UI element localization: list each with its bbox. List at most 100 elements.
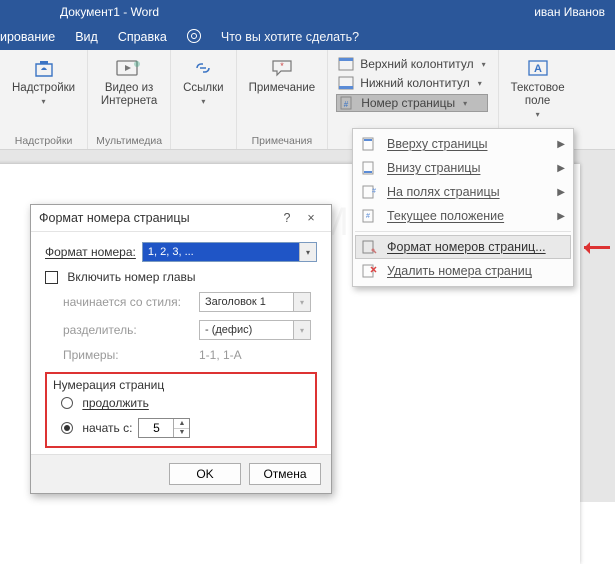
chevron-down-icon: ▾ <box>482 60 486 69</box>
number-format-label: Формат номера: <box>45 245 136 259</box>
chapter-style-combo: Заголовок 1 ▾ <box>199 292 311 312</box>
svg-text:*: * <box>280 61 284 71</box>
dialog-help-button[interactable]: ? <box>275 211 299 225</box>
annotation-arrow <box>578 242 612 254</box>
header-icon <box>338 57 354 71</box>
group-label-hf <box>410 116 413 128</box>
text-box-button[interactable]: A Текстовое поле ▾ <box>507 54 569 122</box>
menu-label: Текущее положение <box>387 209 547 223</box>
starts-with-style-label: начинается со стиля: <box>63 295 193 309</box>
menu-bar: ирование Вид Справка Что вы хотите сдела… <box>0 24 615 50</box>
header-button[interactable]: Верхний колонтитул ▾ <box>336 56 487 72</box>
format-page-number-icon <box>361 240 377 254</box>
group-label-media: Мультимедиа <box>96 135 162 147</box>
start-at-spinner[interactable]: ▲▼ <box>138 418 190 438</box>
page-number-button[interactable]: # Номер страницы▾ <box>336 94 487 112</box>
include-chapter-checkbox[interactable] <box>45 271 58 284</box>
store-icon <box>30 56 58 80</box>
addins-label: Надстройки <box>12 82 75 95</box>
separator-label: разделитель: <box>63 323 193 337</box>
continue-label: продолжить <box>79 396 149 410</box>
menu-item-current[interactable]: # Текущее положение ▶ <box>355 204 571 228</box>
svg-text:#: # <box>366 213 370 220</box>
footer-button[interactable]: Нижний колонтитул▾ <box>336 75 487 91</box>
dialog-title: Формат номера страницы <box>39 211 275 225</box>
annotation-highlight-box: Нумерация страниц продолжить начать с: ▲… <box>45 372 317 448</box>
menu-label: Вверху страницы <box>387 137 547 151</box>
chevron-down-icon: ▾ <box>293 321 310 339</box>
tell-me-input[interactable]: Что вы хотите сделать? <box>221 30 359 44</box>
text-box-label: Текстовое поле <box>511 82 565 108</box>
chevron-down-icon: ▾ <box>293 293 310 311</box>
links-label: Ссылки <box>183 82 224 95</box>
ribbon-group-addins: Надстройки ▾ Надстройки <box>0 50 88 149</box>
lightbulb-icon <box>187 29 201 46</box>
online-video-label: Видео из Интернета <box>101 82 157 108</box>
tab-help[interactable]: Справка <box>118 30 167 44</box>
title-bar: Документ1 - Word иван Иванов <box>0 0 615 24</box>
continue-radio[interactable] <box>61 397 73 409</box>
addins-button[interactable]: Надстройки ▾ <box>8 54 79 108</box>
ok-button[interactable]: OK <box>169 463 241 485</box>
footer-icon <box>338 76 354 90</box>
dialog-titlebar: Формат номера страницы ? × <box>31 205 331 232</box>
chevron-down-icon[interactable]: ▾ <box>299 243 316 261</box>
start-at-input[interactable] <box>139 419 173 437</box>
examples-value: 1-1, 1-A <box>199 348 242 362</box>
dialog-close-button[interactable]: × <box>299 211 323 225</box>
spinner-down-icon[interactable]: ▼ <box>174 429 189 438</box>
group-label-links <box>202 135 205 147</box>
submenu-arrow-icon: ▶ <box>557 139 565 150</box>
examples-label: Примеры: <box>63 348 193 362</box>
cancel-button[interactable]: Отмена <box>249 463 321 485</box>
menu-item-format[interactable]: Формат номеров страниц... <box>355 235 571 259</box>
separator-combo: - (дефис) ▾ <box>199 320 311 340</box>
online-video-button[interactable]: Видео из Интернета <box>97 54 161 110</box>
start-at-radio[interactable] <box>61 422 73 434</box>
ribbon-group-media: Видео из Интернета Мультимедиа <box>88 50 171 149</box>
page-number-menu: Вверху страницы ▶ Внизу страницы ▶ # На … <box>352 128 574 287</box>
submenu-arrow-icon: ▶ <box>557 163 565 174</box>
tab-formatting[interactable]: ирование <box>0 30 55 44</box>
page-top-icon <box>361 137 377 151</box>
numbering-legend: Нумерация страниц <box>53 378 309 392</box>
svg-text:#: # <box>344 100 349 109</box>
comment-icon: * <box>268 56 296 80</box>
menu-item-remove[interactable]: Удалить номера страниц <box>355 259 571 283</box>
links-button[interactable]: Ссылки ▾ <box>179 54 228 108</box>
spinner-up-icon[interactable]: ▲ <box>174 419 189 429</box>
svg-text:#: # <box>372 188 376 195</box>
page-number-format-dialog: Формат номера страницы ? × Формат номера… <box>30 204 332 494</box>
menu-item-margins[interactable]: # На полях страницы ▶ <box>355 180 571 204</box>
number-format-value: 1, 2, 3, ... <box>143 243 299 261</box>
svg-text:A: A <box>534 63 542 75</box>
chapter-style-value: Заголовок 1 <box>200 293 293 311</box>
menu-label: Внизу страницы <box>387 161 547 175</box>
group-label-addins: Надстройки <box>15 135 73 147</box>
document-title: Документ1 - Word <box>60 5 159 19</box>
menu-label: Формат номеров страниц... <box>387 240 565 254</box>
current-position-icon: # <box>361 209 377 223</box>
tab-view[interactable]: Вид <box>75 30 98 44</box>
comment-button[interactable]: * Примечание <box>245 54 320 97</box>
submenu-arrow-icon: ▶ <box>557 211 565 222</box>
text-box-icon: A <box>524 56 552 80</box>
chevron-down-icon: ▾ <box>478 79 482 88</box>
page-bottom-icon <box>361 161 377 175</box>
page-number-label: Номер страницы <box>361 96 455 110</box>
remove-page-number-icon <box>361 264 377 278</box>
menu-item-top[interactable]: Вверху страницы ▶ <box>355 132 571 156</box>
user-name: иван Иванов <box>534 5 605 19</box>
link-icon <box>189 56 217 80</box>
number-format-combo[interactable]: 1, 2, 3, ... ▾ <box>142 242 317 262</box>
video-icon <box>115 56 143 80</box>
menu-item-bottom[interactable]: Внизу страницы ▶ <box>355 156 571 180</box>
chevron-down-icon: ▾ <box>42 97 46 106</box>
page-margins-icon: # <box>361 185 377 199</box>
submenu-arrow-icon: ▶ <box>557 187 565 198</box>
chevron-down-icon: ▾ <box>536 110 540 119</box>
header-label: Верхний колонтитул <box>360 57 473 71</box>
start-at-label: начать с: <box>79 421 132 435</box>
separator-value: - (дефис) <box>200 321 293 339</box>
menu-label: Удалить номера страниц <box>387 264 565 278</box>
